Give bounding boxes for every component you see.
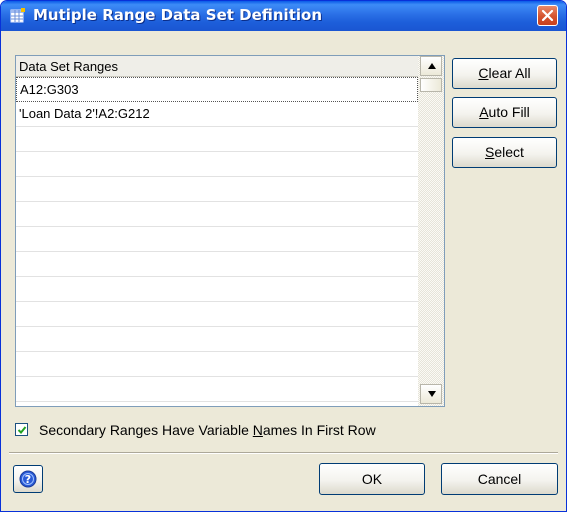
clear-all-button[interactable]: Clear All — [452, 58, 557, 89]
column-header-data-set-ranges[interactable]: Data Set Ranges — [16, 56, 418, 77]
select-label: elect — [494, 144, 524, 160]
table-row[interactable] — [16, 152, 418, 177]
vertical-scrollbar[interactable] — [418, 56, 444, 406]
ok-button[interactable]: OK — [319, 463, 425, 495]
table-row[interactable] — [16, 352, 418, 377]
checkmark-icon — [17, 426, 27, 434]
arrow-up-icon — [428, 63, 436, 69]
footer-separator — [9, 452, 558, 454]
table-grid-icon — [10, 8, 26, 24]
table-row[interactable] — [16, 377, 418, 402]
checkbox-label-post: ames In First Row — [262, 422, 376, 438]
scroll-thumb[interactable] — [420, 78, 442, 92]
table-row[interactable] — [16, 252, 418, 277]
help-button[interactable]: ? — [13, 465, 43, 493]
dialog-window: Mutiple Range Data Set Definition Data S… — [0, 0, 567, 512]
scroll-down-button[interactable] — [420, 384, 442, 404]
arrow-down-icon — [428, 391, 436, 397]
select-button[interactable]: Select — [452, 137, 557, 168]
auto-fill-label: uto Fill — [488, 104, 530, 120]
close-button[interactable] — [537, 5, 558, 26]
scroll-up-button[interactable] — [420, 56, 442, 76]
table-row[interactable] — [16, 177, 418, 202]
select-mnemonic: S — [485, 144, 495, 160]
close-icon — [541, 9, 554, 22]
table-row[interactable] — [16, 327, 418, 352]
table-row[interactable]: A12:G303 — [16, 77, 418, 102]
table-row[interactable] — [16, 227, 418, 252]
checkbox-label-pre: Secondary Ranges Have Variable — [39, 422, 253, 438]
auto-fill-mnemonic: A — [479, 104, 489, 120]
clear-all-mnemonic: C — [478, 65, 489, 81]
ranges-grid: Data Set Ranges A12:G303 'Loan Data 2'!A2… — [16, 56, 418, 406]
window-title: Mutiple Range Data Set Definition — [33, 6, 322, 24]
checkbox-label-mnemonic: N — [252, 422, 263, 438]
help-icon: ? — [19, 470, 37, 488]
svg-text:?: ? — [25, 473, 31, 486]
variable-names-checkbox[interactable] — [15, 423, 28, 436]
table-row[interactable] — [16, 202, 418, 227]
auto-fill-button[interactable]: Auto Fill — [452, 97, 557, 128]
data-set-ranges-list[interactable]: Data Set Ranges A12:G303 'Loan Data 2'!A2… — [15, 55, 445, 407]
table-row[interactable]: 'Loan Data 2'!A2:G212 — [16, 102, 418, 127]
clear-all-label: lear All — [488, 65, 531, 81]
title-bar[interactable]: Mutiple Range Data Set Definition — [1, 1, 566, 31]
table-row[interactable] — [16, 302, 418, 327]
table-row[interactable] — [16, 127, 418, 152]
table-row[interactable] — [16, 277, 418, 302]
cancel-button[interactable]: Cancel — [441, 463, 558, 495]
variable-names-checkbox-label: Secondary Ranges Have Variable Names In … — [39, 420, 376, 440]
